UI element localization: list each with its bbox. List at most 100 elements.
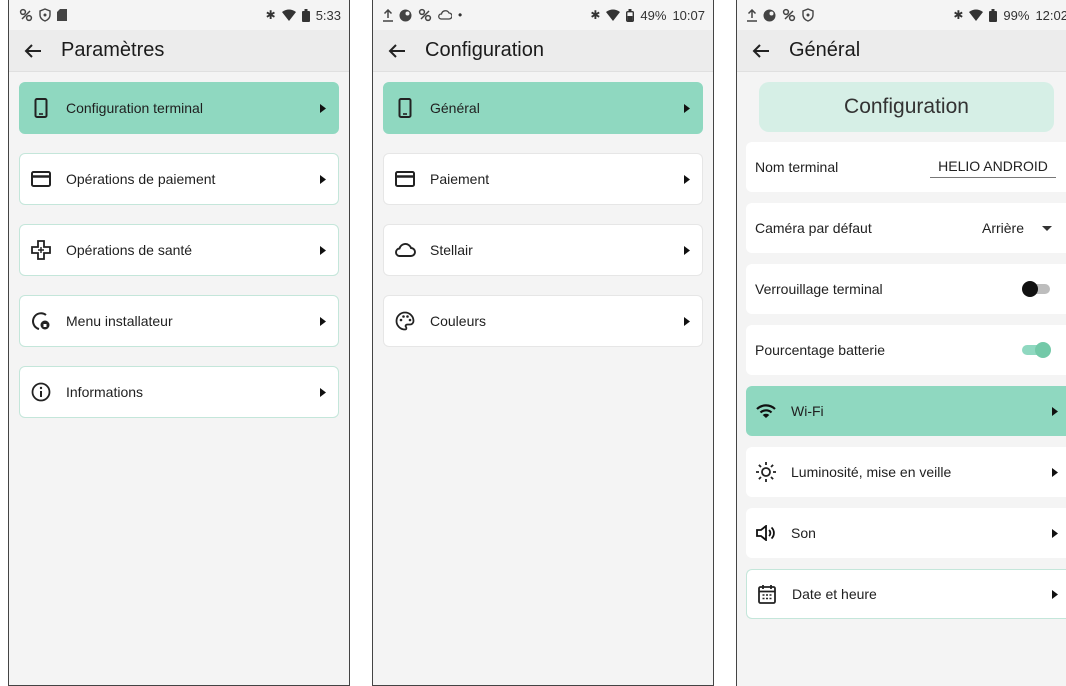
camera-select-value: Arrière: [981, 220, 1024, 236]
installer-icon: [30, 310, 52, 332]
bluetooth-icon: ✱: [953, 8, 964, 22]
setting-terminal-lock: Verrouillage terminal: [746, 264, 1066, 314]
link-icon: [19, 8, 33, 22]
battery-percent: 49%: [640, 7, 667, 23]
setting-battery-percentage: Pourcentage batterie: [746, 325, 1066, 375]
menu-item-general[interactable]: Général: [383, 82, 703, 134]
status-bar: ✱ 5:33: [9, 0, 349, 30]
back-arrow-icon[interactable]: [747, 37, 775, 65]
camera-select[interactable]: Arrière: [982, 220, 1052, 236]
back-arrow-icon[interactable]: [383, 37, 411, 65]
chevron-right-icon: [682, 316, 692, 326]
palette-icon: [394, 310, 416, 332]
menu-item-label: Date et heure: [792, 586, 877, 602]
menu-item-label: Wi-Fi: [791, 403, 824, 419]
setting-label: Caméra par défaut: [755, 220, 872, 236]
screen-general: ✱ 99% 12:02 Général Configuration Nom te…: [736, 0, 1066, 686]
cloud-status-icon: [438, 10, 452, 20]
battery-charging-icon: [989, 8, 998, 22]
menu-item-couleurs[interactable]: Couleurs: [383, 295, 703, 347]
chevron-right-icon: [318, 103, 328, 113]
app-bar: Général: [737, 30, 1066, 72]
menu-item-configuration-terminal[interactable]: Configuration terminal: [19, 82, 339, 134]
phone-icon: [394, 97, 416, 119]
status-time: 10:07: [672, 7, 705, 23]
back-arrow-icon[interactable]: [19, 37, 47, 65]
menu-item-label: Informations: [66, 384, 144, 400]
chevron-right-icon: [1050, 528, 1060, 538]
chevron-right-icon: [1050, 589, 1060, 599]
menu-item-label: Paiement: [430, 171, 490, 187]
menu-item-paiement[interactable]: Paiement: [383, 153, 703, 205]
screen-configuration: • ✱ 49% 10:07 Configuration Général Paie…: [372, 0, 714, 686]
menu-item-wifi[interactable]: Wi-Fi: [746, 386, 1066, 436]
battery-icon: [301, 8, 310, 22]
battery-charging-icon: [626, 8, 635, 22]
setting-terminal-name: Nom terminal HELIO ANDROID: [746, 142, 1066, 192]
menu-item-label: Opérations de santé: [66, 242, 193, 258]
upload-icon: [383, 8, 393, 22]
chevron-right-icon: [682, 103, 692, 113]
terminal-lock-toggle[interactable]: [1022, 281, 1052, 297]
screen-parametres: ✱ 5:33 Paramètres Configuration terminal…: [8, 0, 350, 686]
menu-item-informations[interactable]: Informations: [19, 366, 339, 418]
chevron-right-icon: [682, 245, 692, 255]
chevron-right-icon: [1050, 406, 1060, 416]
wifi-signal-icon: [969, 9, 984, 21]
setting-label: Pourcentage batterie: [755, 342, 885, 358]
wifi-signal-icon: [281, 9, 296, 21]
menu-item-label: Général: [430, 100, 480, 116]
battery-percentage-toggle[interactable]: [1020, 342, 1051, 358]
menu-item-label: Luminosité, mise en veille: [791, 464, 952, 480]
status-time: 12:02: [1035, 7, 1066, 23]
section-header: Configuration: [759, 82, 1054, 132]
bluetooth-icon: ✱: [590, 8, 601, 22]
menu-item-son[interactable]: Son: [746, 508, 1066, 558]
dot-icon: •: [458, 8, 463, 22]
app-icon: [399, 9, 412, 21]
app-icon: [763, 9, 776, 21]
link-icon: [418, 8, 432, 22]
menu-item-operations-paiement[interactable]: Opérations de paiement: [19, 153, 339, 205]
menu-item-date-heure[interactable]: Date et heure: [746, 569, 1066, 619]
menu-item-label: Configuration terminal: [66, 100, 203, 116]
status-bar: • ✱ 49% 10:07: [373, 0, 713, 30]
chevron-right-icon: [318, 245, 328, 255]
battery-percent: 99%: [1003, 7, 1030, 23]
menu-item-luminosite[interactable]: Luminosité, mise en veille: [746, 447, 1066, 497]
credit-card-icon: [394, 168, 416, 190]
setting-label: Verrouillage terminal: [755, 281, 883, 297]
volume-icon: [755, 522, 777, 544]
credit-card-icon: [30, 168, 52, 190]
dropdown-arrow-icon: [1042, 225, 1052, 231]
shield-icon: [39, 8, 51, 22]
chevron-right-icon: [318, 387, 328, 397]
page-title: Général: [789, 39, 861, 61]
configuration-menu: Général Paiement Stellair Couleurs: [373, 72, 713, 347]
wifi-signal-icon: [606, 9, 621, 21]
shield-icon: [802, 8, 814, 22]
menu-item-operations-sante[interactable]: Opérations de santé: [19, 224, 339, 276]
chevron-right-icon: [318, 174, 328, 184]
page-title: Paramètres: [61, 39, 165, 61]
setting-label: Nom terminal: [755, 159, 839, 175]
general-settings: Nom terminal HELIO ANDROID Caméra par dé…: [737, 142, 1066, 619]
status-bar: ✱ 99% 12:02: [737, 0, 1066, 30]
bluetooth-icon: ✱: [265, 8, 276, 22]
menu-item-label: Menu installateur: [66, 313, 173, 329]
terminal-name-field[interactable]: HELIO ANDROID: [930, 156, 1056, 178]
menu-item-label: Couleurs: [430, 313, 487, 329]
menu-item-label: Stellair: [430, 242, 473, 258]
menu-item-stellair[interactable]: Stellair: [383, 224, 703, 276]
menu-item-label: Opérations de paiement: [66, 171, 216, 187]
upload-icon: [747, 8, 757, 22]
app-bar: Paramètres: [9, 30, 349, 72]
link-icon: [782, 8, 796, 22]
menu-item-menu-installateur[interactable]: Menu installateur: [19, 295, 339, 347]
page-title: Configuration: [425, 39, 544, 61]
cloud-icon: [394, 239, 416, 261]
app-bar: Configuration: [373, 30, 713, 72]
sd-card-icon: [57, 9, 67, 21]
status-time: 5:33: [315, 7, 341, 23]
calendar-icon: [756, 583, 778, 605]
